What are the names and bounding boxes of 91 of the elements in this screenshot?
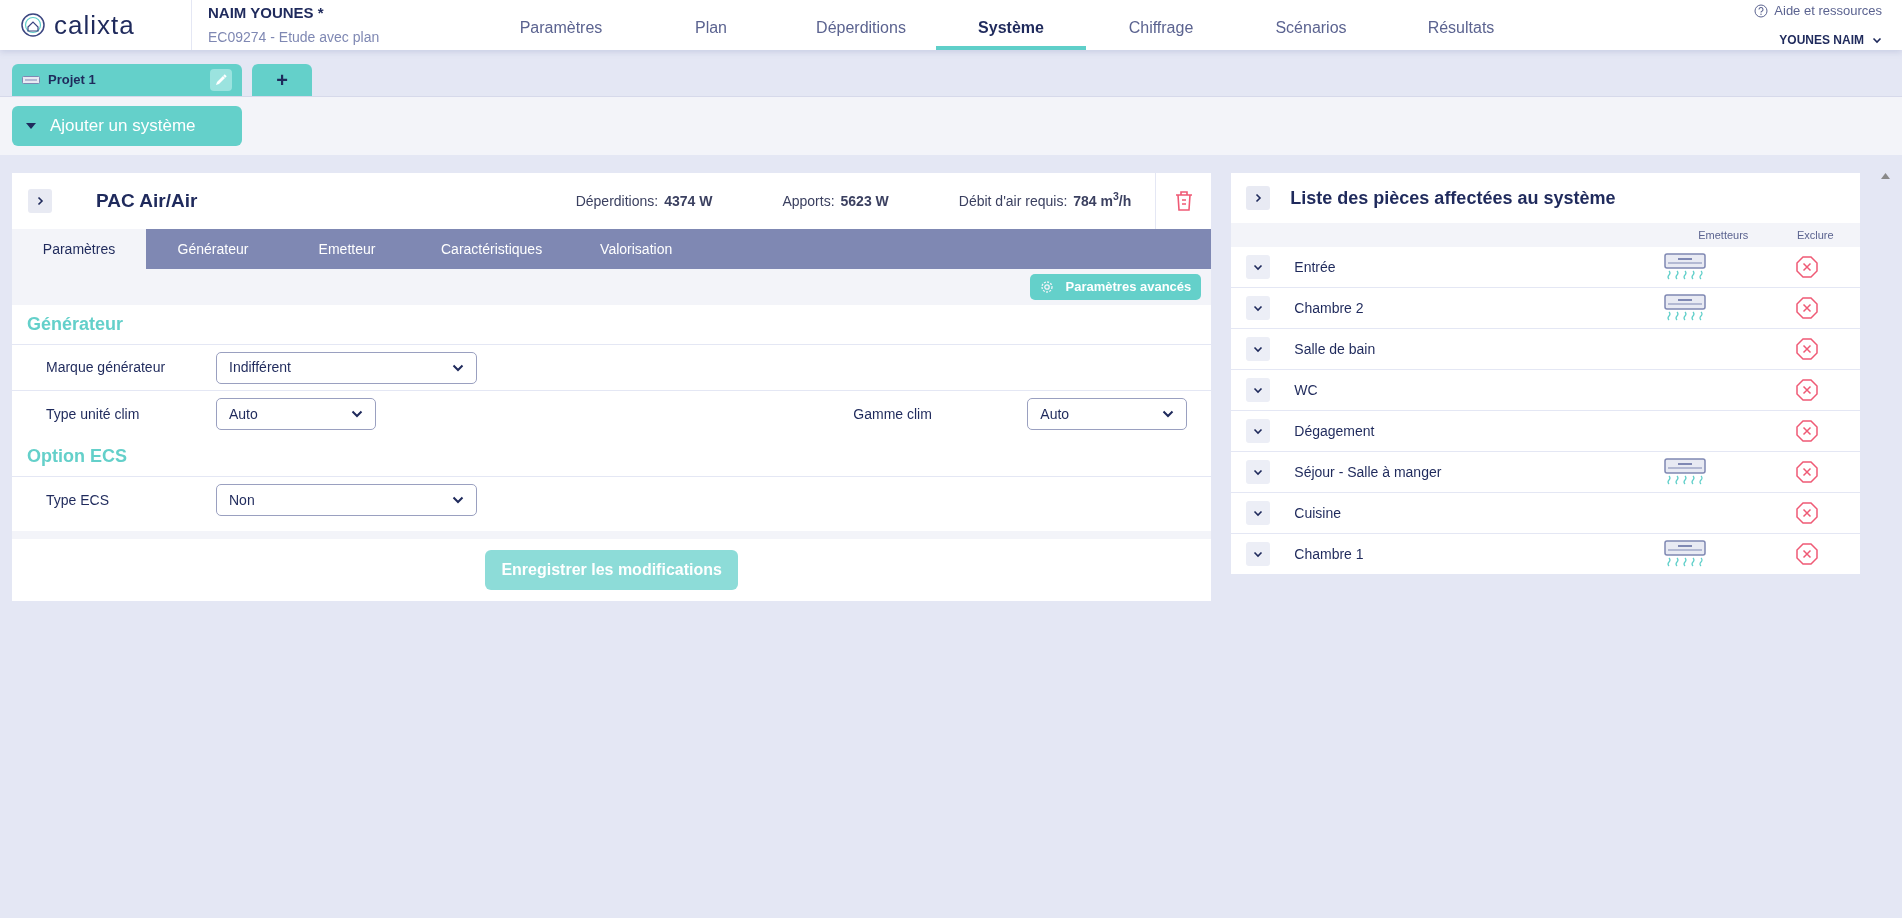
section-tab[interactable]: Valorisation xyxy=(569,229,704,269)
expand-button[interactable] xyxy=(28,189,52,213)
nav-tab[interactable]: Plan xyxy=(636,0,786,50)
field-label: Type ECS xyxy=(45,490,111,510)
air-conditioner-icon xyxy=(1664,458,1707,486)
chevron-down-icon xyxy=(1253,385,1264,395)
stat-value: 784 m$^{3}$/h xyxy=(1073,190,1132,211)
room-name: Entrée xyxy=(1294,257,1337,277)
air-conditioner-icon xyxy=(22,76,40,84)
section-tab[interactable]: Caractéristiques xyxy=(414,229,570,269)
room-name: Chambre 1 xyxy=(1294,544,1365,564)
nav-tab[interactable]: Résultats xyxy=(1386,0,1536,50)
exclude-icon[interactable] xyxy=(1796,543,1819,565)
dropdown-field[interactable]: Non xyxy=(216,484,477,516)
client-name: NAIM YOUNES * xyxy=(208,3,325,24)
logo-icon xyxy=(20,12,46,38)
user-menu[interactable]: YOUNES NAIM xyxy=(1779,30,1882,49)
chevron-down-icon xyxy=(1253,508,1264,518)
expand-button[interactable] xyxy=(1246,419,1271,443)
expand-button[interactable] xyxy=(1246,186,1271,210)
trash-icon[interactable] xyxy=(1173,190,1194,212)
chevron-down-icon xyxy=(1253,303,1264,313)
exclude-icon[interactable] xyxy=(1796,338,1819,360)
exclude-icon[interactable] xyxy=(1796,420,1819,442)
project-tab[interactable]: Projet 1 xyxy=(12,64,242,96)
chevron-down-icon xyxy=(452,363,464,372)
field-label: Gamme clim xyxy=(852,404,933,424)
caret-icon xyxy=(26,123,36,129)
expand-button[interactable] xyxy=(1246,501,1271,525)
chevron-down-icon xyxy=(452,496,464,504)
room-name: WC xyxy=(1294,380,1319,400)
settings-icon xyxy=(1039,280,1054,294)
panel-title: Liste des pièces affectées au système xyxy=(1290,186,1616,210)
expand-button[interactable] xyxy=(1246,337,1271,361)
section-heading: Option ECS xyxy=(27,445,127,468)
air-conditioner-icon xyxy=(1664,540,1707,568)
exclude-icon[interactable] xyxy=(1796,502,1819,524)
system-name: PAC Air/Air xyxy=(96,188,199,213)
chevron-down-icon xyxy=(1253,549,1264,559)
stat-value: 5623 W xyxy=(840,191,889,211)
add-project-tab[interactable]: + xyxy=(252,64,312,96)
nav-tab[interactable]: Paramètres xyxy=(486,0,636,50)
column-header: Exclure xyxy=(1795,227,1835,243)
expand-button[interactable] xyxy=(1246,460,1271,484)
nav-tab[interactable]: Système xyxy=(936,0,1086,50)
expand-button[interactable] xyxy=(1246,296,1271,320)
exclude-icon[interactable] xyxy=(1796,297,1819,319)
chevron-down-icon xyxy=(1162,410,1175,418)
chevron-right-icon xyxy=(1253,193,1264,203)
expand-button[interactable] xyxy=(1246,378,1271,402)
chevron-down-icon xyxy=(1253,426,1264,436)
room-name: Séjour - Salle à manger xyxy=(1294,462,1443,482)
stat-label: Débit d'air requis: xyxy=(958,191,1068,211)
expand-button[interactable] xyxy=(1246,542,1271,566)
air-conditioner-icon xyxy=(1664,294,1707,322)
chevron-down-icon xyxy=(351,410,363,418)
column-header: Emetteurs xyxy=(1697,227,1750,243)
section-heading: Générateur xyxy=(27,313,124,336)
scroll-up-icon[interactable] xyxy=(1880,173,1890,179)
stat-label: Apports: xyxy=(782,191,835,211)
stat-label: Déperditions: xyxy=(575,191,659,211)
room-name: Chambre 2 xyxy=(1294,298,1365,318)
help-link[interactable]: Aide et ressources xyxy=(1754,1,1882,21)
chevron-down-icon xyxy=(1253,262,1264,272)
chevron-down-icon xyxy=(1253,344,1264,354)
dropdown-field[interactable]: Indifférent xyxy=(216,351,477,384)
dropdown-field[interactable]: Auto xyxy=(1027,398,1188,430)
chevron-right-icon xyxy=(35,196,45,206)
nav-tab[interactable]: Chiffrage xyxy=(1086,0,1236,50)
field-label: Marque générateur xyxy=(45,358,167,377)
dropdown-field[interactable]: Auto xyxy=(216,398,376,430)
edit-icon[interactable] xyxy=(210,69,232,91)
expand-button[interactable] xyxy=(1246,255,1271,279)
room-name: Salle de bain xyxy=(1294,339,1377,359)
nav-tab[interactable]: Scénarios xyxy=(1236,0,1386,50)
nav-tab[interactable]: Déperditions xyxy=(786,0,936,50)
study-name: EC09274 - Etude avec plan xyxy=(208,27,381,47)
section-tab[interactable]: Paramètres xyxy=(12,229,146,269)
help-icon xyxy=(1754,3,1769,18)
logo-text: calixta xyxy=(54,12,135,38)
stat-value: 4374 W xyxy=(664,191,713,211)
room-name: Cuisine xyxy=(1294,503,1342,523)
section-tab[interactable]: Emetteur xyxy=(280,229,414,269)
field-label: Type unité clim xyxy=(45,404,141,424)
chevron-down-icon xyxy=(1253,467,1264,477)
exclude-icon[interactable] xyxy=(1796,256,1819,278)
room-name: Dégagement xyxy=(1294,421,1376,441)
exclude-icon[interactable] xyxy=(1796,461,1819,483)
exclude-icon[interactable] xyxy=(1796,379,1819,401)
section-tab[interactable]: Générateur xyxy=(146,229,280,269)
air-conditioner-icon xyxy=(1664,253,1707,281)
